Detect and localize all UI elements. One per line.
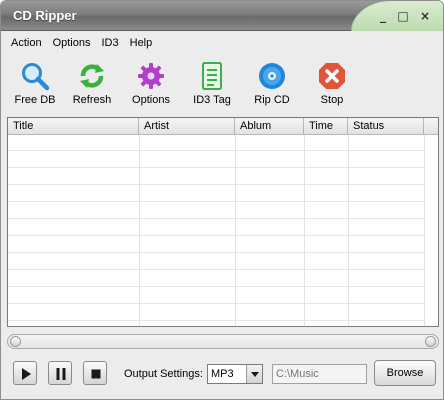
close-button[interactable]: × <box>417 9 433 23</box>
app-window: CD Ripper _ □ × Action Options ID3 Help … <box>0 0 444 400</box>
play-button[interactable] <box>13 361 37 385</box>
output-settings-label: Output Settings: <box>124 368 203 380</box>
table-row[interactable] <box>8 288 424 304</box>
browse-button[interactable]: Browse <box>374 360 436 386</box>
format-value: MP3 <box>211 368 234 380</box>
maximize-button[interactable]: □ <box>395 9 411 23</box>
scroll-right-knob[interactable] <box>425 336 436 347</box>
stop-playback-button[interactable] <box>83 361 107 385</box>
refresh-label: Refresh <box>72 94 112 106</box>
id3-tag-label: ID3 Tag <box>193 94 231 106</box>
table-row[interactable] <box>8 152 424 168</box>
table-row[interactable] <box>8 186 424 202</box>
stop-icon <box>319 63 345 89</box>
play-icon <box>22 368 31 380</box>
toolbar: Free DB Refresh Options ID3 Tag Rip CD S… <box>5 59 441 111</box>
pause-icon <box>56 368 66 380</box>
column-status[interactable]: Status <box>348 118 424 135</box>
refresh-icon <box>80 64 104 88</box>
table-row[interactable] <box>8 203 424 219</box>
menu-help[interactable]: Help <box>126 35 157 53</box>
table-row[interactable] <box>8 237 424 253</box>
refresh-button[interactable]: Refresh <box>62 59 122 111</box>
column-title[interactable]: Title <box>8 118 139 135</box>
chevron-down-icon[interactable] <box>246 365 262 383</box>
menu-id3[interactable]: ID3 <box>98 35 123 53</box>
menu-options[interactable]: Options <box>49 35 95 53</box>
stop-square-icon <box>91 369 101 379</box>
column-divider <box>139 135 140 326</box>
table-row[interactable] <box>8 169 424 185</box>
title-bar[interactable]: CD Ripper _ □ × <box>1 1 443 31</box>
stop-button[interactable]: Stop <box>302 59 362 111</box>
column-time[interactable]: Time <box>304 118 348 135</box>
options-label: Options <box>132 94 170 106</box>
stop-label: Stop <box>320 94 344 106</box>
horizontal-scrollbar[interactable] <box>7 334 439 349</box>
column-artist[interactable]: Artist <box>139 118 235 135</box>
window-title: CD Ripper <box>13 8 77 23</box>
column-divider <box>424 135 425 326</box>
table-row[interactable] <box>8 254 424 270</box>
column-divider <box>348 135 349 326</box>
magnifier-icon <box>22 63 50 91</box>
rip-cd-button[interactable]: Rip CD <box>242 59 302 111</box>
menu-bar: Action Options ID3 Help <box>7 35 159 53</box>
output-path-input[interactable] <box>272 364 367 384</box>
disc-icon <box>259 63 285 89</box>
track-list-header: Title Artist Ablum Time Status <box>8 118 438 135</box>
pause-button[interactable] <box>48 361 72 385</box>
column-album[interactable]: Ablum <box>235 118 304 135</box>
minimize-button[interactable]: _ <box>375 9 391 23</box>
free-db-label: Free DB <box>14 94 56 106</box>
rip-cd-label: Rip CD <box>254 94 290 106</box>
gear-icon <box>138 63 164 89</box>
track-list-body <box>8 135 438 326</box>
id3-tag-button[interactable]: ID3 Tag <box>182 59 242 111</box>
format-select[interactable]: MP3 <box>207 364 263 384</box>
document-icon <box>202 62 222 90</box>
column-divider <box>304 135 305 326</box>
column-divider <box>235 135 236 326</box>
scroll-left-knob[interactable] <box>10 336 21 347</box>
free-db-button[interactable]: Free DB <box>5 59 65 111</box>
table-row[interactable] <box>8 305 424 321</box>
menu-action[interactable]: Action <box>7 35 46 53</box>
options-button[interactable]: Options <box>121 59 181 111</box>
table-row[interactable] <box>8 135 424 151</box>
table-row[interactable] <box>8 271 424 287</box>
track-list[interactable]: Title Artist Ablum Time Status <box>7 117 439 327</box>
table-row[interactable] <box>8 220 424 236</box>
